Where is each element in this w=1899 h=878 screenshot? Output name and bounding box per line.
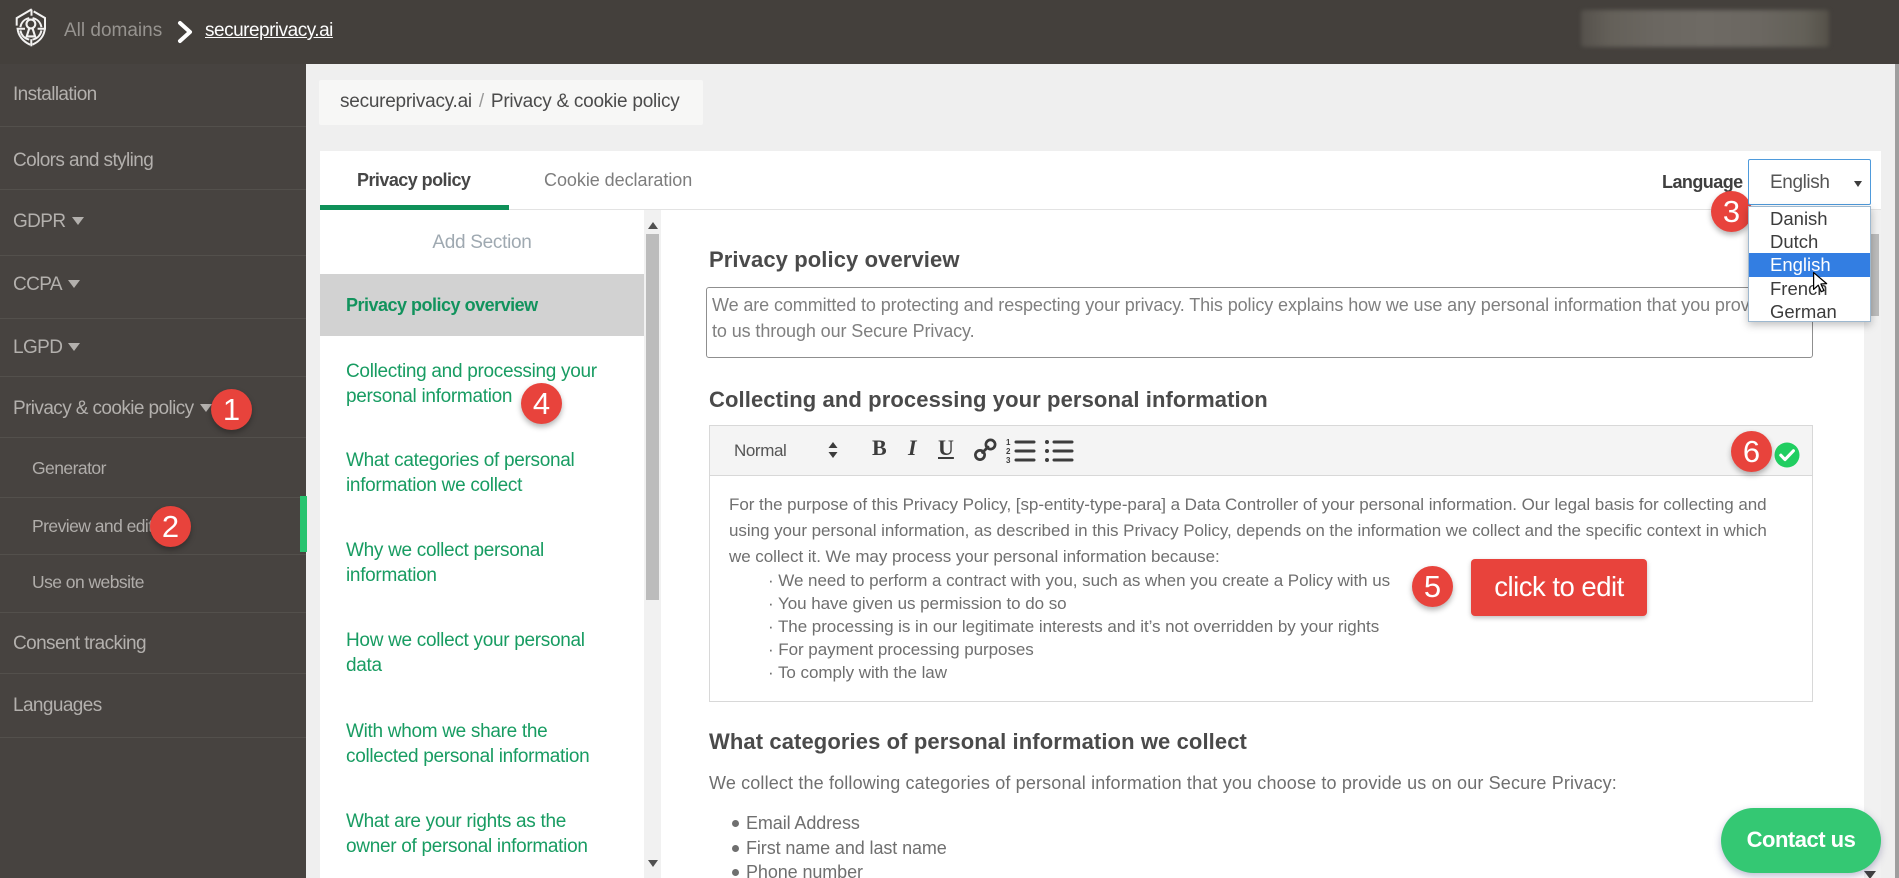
svg-text:1: 1 bbox=[1006, 438, 1011, 447]
svg-text:3: 3 bbox=[1006, 456, 1011, 464]
svg-text:2: 2 bbox=[1006, 447, 1011, 456]
